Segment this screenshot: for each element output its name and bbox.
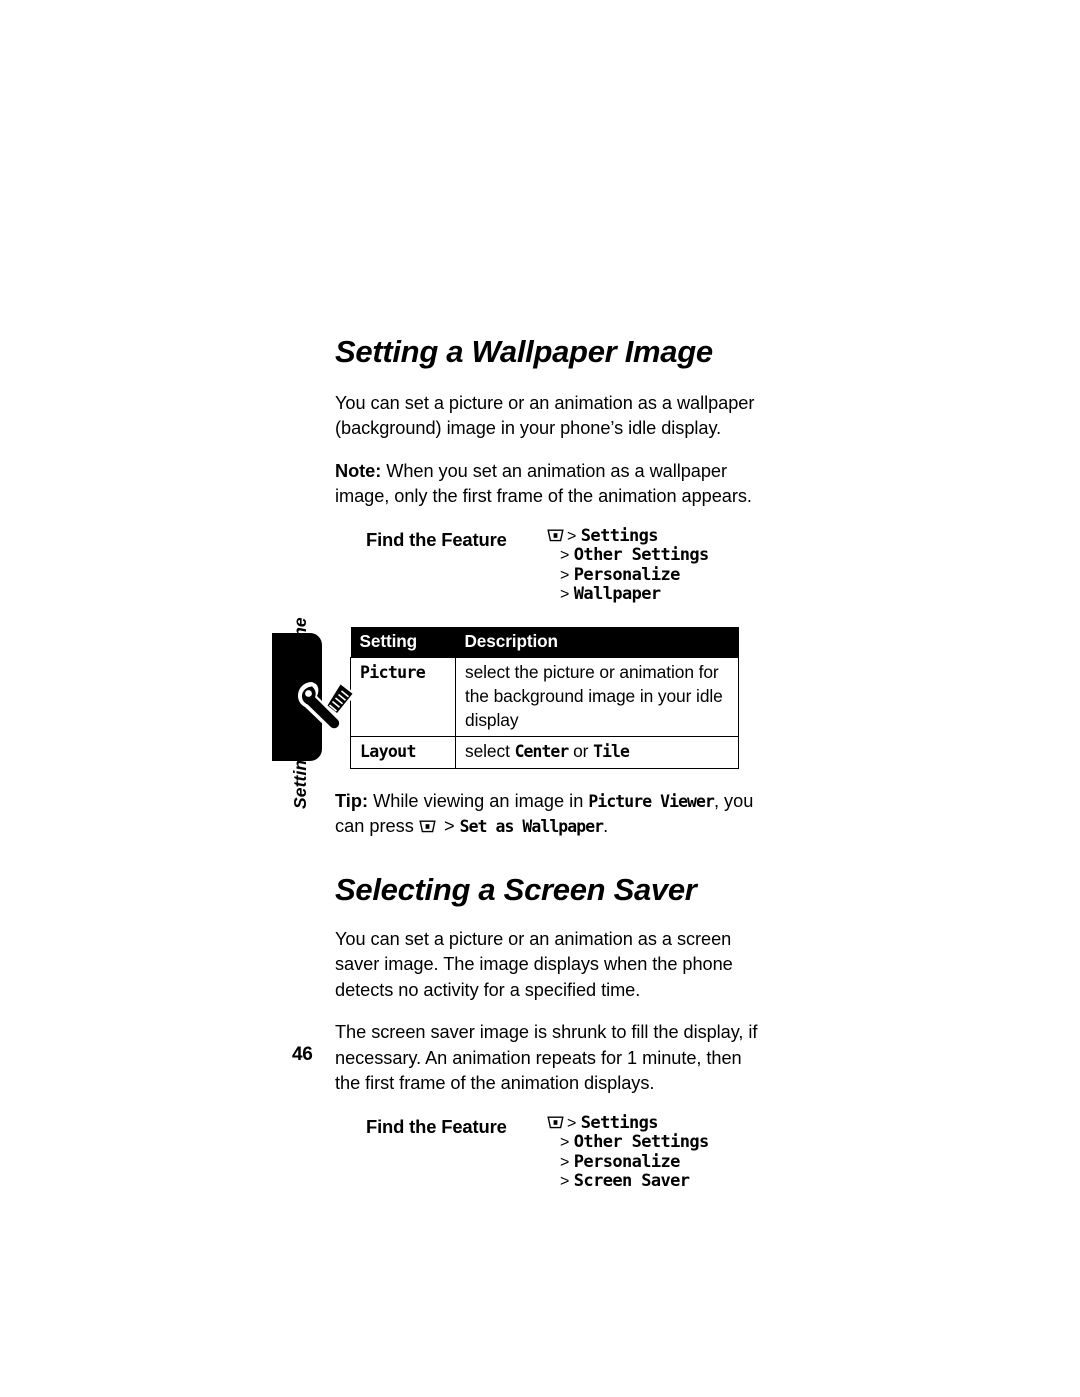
menu-path-arrow: > bbox=[560, 1153, 570, 1171]
menu-path-step: > Personalize bbox=[547, 1151, 709, 1173]
find-the-feature-label: Find the Feature bbox=[366, 528, 507, 550]
wallpaper-intro-paragraph: You can set a picture or an animation as… bbox=[335, 392, 755, 439]
description-middle: or bbox=[568, 740, 594, 761]
page-number: 46 bbox=[292, 1044, 313, 1065]
menu-path-item: Screen Saver bbox=[573, 1171, 690, 1192]
menu-path-step: > Screen Saver bbox=[547, 1171, 709, 1192]
menu-path-arrow: > bbox=[567, 527, 577, 545]
tip-ui-set-as-wallpaper: Set as Wallpaper bbox=[459, 817, 604, 837]
menu-path-item: Settings bbox=[580, 1112, 659, 1133]
menu-key-icon bbox=[547, 529, 564, 542]
menu-key-icon bbox=[547, 1116, 564, 1129]
menu-path-item: Settings bbox=[580, 525, 659, 546]
page-title: Setting a Wallpaper Image bbox=[335, 334, 713, 369]
find-the-feature-wallpaper: Find the Feature > Settings > Other Sett… bbox=[335, 525, 765, 613]
menu-path-arrow: > bbox=[560, 1173, 570, 1191]
tip-text-part-3: > bbox=[438, 816, 460, 837]
table-cell-description: select the picture or animation for the … bbox=[455, 656, 739, 737]
menu-path-step: > Other Settings bbox=[547, 546, 709, 566]
option-tile: Tile bbox=[593, 741, 630, 761]
table-row: Layout select Center or Tile bbox=[350, 735, 739, 769]
tip-ui-picture-viewer: Picture Viewer bbox=[588, 791, 714, 811]
menu-path-arrow: > bbox=[560, 586, 570, 604]
table-header-row: Setting Description bbox=[350, 626, 739, 658]
menu-path-step: > Personalize bbox=[547, 564, 709, 586]
table-cell-description: select Center or Tile bbox=[455, 735, 739, 769]
table-cell-setting: Layout bbox=[350, 735, 456, 769]
menu-path-step: > Other Settings bbox=[547, 1132, 709, 1153]
screen-saver-title: Selecting a Screen Saver bbox=[335, 871, 697, 907]
menu-path-item: Other Settings bbox=[573, 545, 709, 566]
column-header-setting: Setting bbox=[350, 626, 456, 658]
menu-path-arrow: > bbox=[560, 566, 570, 584]
menu-path-arrow: > bbox=[567, 1114, 577, 1132]
table-row: Picture select the picture or animation … bbox=[350, 656, 739, 737]
menu-path-item: Other Settings bbox=[573, 1132, 709, 1153]
find-the-feature-label: Find the Feature bbox=[366, 1115, 507, 1137]
page-content: Setting a Wallpaper Image You can set a … bbox=[335, 334, 765, 1214]
menu-path-arrow: > bbox=[560, 547, 570, 565]
menu-path-step: > Wallpaper bbox=[547, 585, 709, 605]
manual-page: Setting Up Your Phone 46 Setting a Wallp… bbox=[0, 0, 1080, 1397]
option-center: Center bbox=[514, 741, 570, 761]
tip-paragraph: Tip: While viewing an image in Picture V… bbox=[335, 789, 765, 840]
menu-key-icon bbox=[419, 820, 436, 833]
tip-text-part-1: While viewing an image in bbox=[368, 790, 589, 811]
column-header-description: Description bbox=[455, 626, 739, 658]
tip-label: Tip: bbox=[335, 790, 369, 811]
menu-path-list: > Settings > Other Settings > Personaliz… bbox=[547, 525, 709, 605]
setting-name: Layout bbox=[360, 741, 416, 761]
menu-path-arrow: > bbox=[560, 1134, 570, 1152]
setting-name: Picture bbox=[360, 662, 426, 682]
menu-path-item: Wallpaper bbox=[573, 584, 661, 605]
screen-saver-paragraph-2: The screen saver image is shrunk to fill… bbox=[335, 1022, 758, 1094]
table-cell-setting: Picture bbox=[350, 656, 456, 737]
tip-text-part-4: . bbox=[603, 816, 609, 837]
description-prefix: select bbox=[465, 740, 515, 761]
wrench-screwdriver-icon bbox=[296, 676, 362, 738]
note-text: When you set an animation as a wallpaper… bbox=[335, 460, 752, 507]
menu-path-item: Personalize bbox=[573, 564, 681, 585]
note-label: Note: bbox=[335, 460, 382, 481]
screen-saver-paragraph-1: You can set a picture or an animation as… bbox=[335, 928, 733, 1000]
menu-path-step: > Settings bbox=[547, 525, 709, 547]
menu-path-list: > Settings > Other Settings > Personaliz… bbox=[547, 1112, 709, 1192]
wallpaper-note-paragraph: Note: When you set an animation as a wal… bbox=[335, 459, 765, 510]
find-the-feature-screen-saver: Find the Feature > Settings > Other Sett… bbox=[335, 1112, 765, 1200]
menu-path-item: Personalize bbox=[573, 1151, 681, 1172]
settings-table: Setting Description Picture select the p… bbox=[350, 626, 739, 769]
menu-path-step: > Settings bbox=[547, 1112, 709, 1134]
